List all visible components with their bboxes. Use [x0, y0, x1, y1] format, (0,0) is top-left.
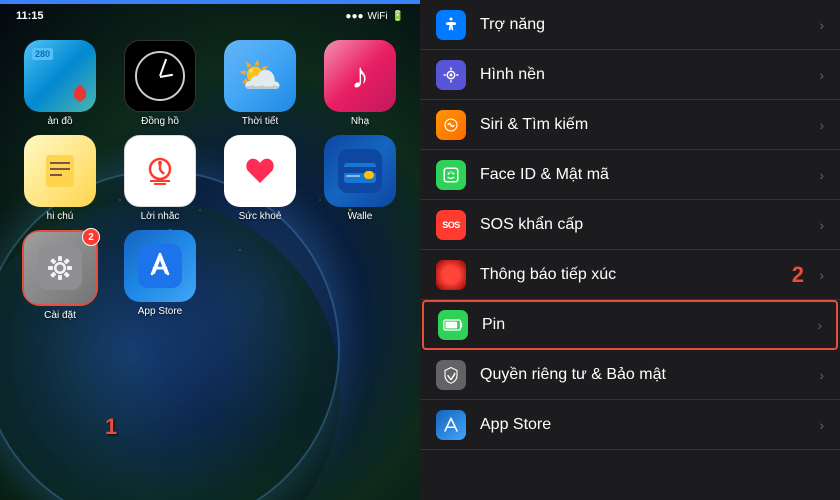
- battery-chevron: ›: [817, 317, 822, 333]
- settings-list: Trợ năng › Hình nền ›: [420, 0, 840, 500]
- exposure-icon: [436, 260, 466, 290]
- sos-label: SOS khẩn cấp: [480, 216, 819, 234]
- wallpaper-chevron: ›: [819, 67, 824, 83]
- clock-label: Đồng hồ: [141, 116, 179, 127]
- app-grid: ản đồ Đồng hồ Thời tiết Nhạ: [0, 32, 420, 329]
- app-item-clock[interactable]: Đồng hồ: [112, 40, 208, 127]
- settings-label: Cài đặt: [44, 310, 76, 321]
- accessibility-label: Trợ năng: [480, 16, 819, 34]
- app-item-maps[interactable]: ản đồ: [12, 40, 108, 127]
- settings-item-faceid[interactable]: Face ID & Mật mã ›: [420, 150, 840, 200]
- faceid-label: Face ID & Mật mã: [480, 166, 819, 184]
- wallet-label: Walle: [348, 211, 373, 222]
- settings-icon[interactable]: 2: [24, 232, 96, 304]
- app-item-notes[interactable]: hi chú: [12, 135, 108, 222]
- app-item-settings[interactable]: 2 Cài đặt: [12, 230, 108, 321]
- settings-item-appstore[interactable]: App Store ›: [420, 400, 840, 450]
- music-icon[interactable]: [324, 40, 396, 112]
- music-label: Nhạ: [351, 116, 369, 127]
- weather-label: Thời tiết: [242, 116, 279, 127]
- maps-icon[interactable]: [24, 40, 96, 112]
- reminder-icon[interactable]: [124, 135, 196, 207]
- health-label: Sức khoẻ: [239, 211, 282, 222]
- settings-badge: 2: [82, 228, 100, 246]
- privacy-icon: [436, 360, 466, 390]
- sos-chevron: ›: [819, 217, 824, 233]
- settings-item-privacy[interactable]: Quyền riêng tư & Bảo mật ›: [420, 350, 840, 400]
- settings-item-battery[interactable]: Pin ›: [422, 300, 838, 350]
- left-panel: 11:15 ●●● WiFi 🔋 ản đồ Đồng hồ Thời tiết: [0, 0, 420, 500]
- wallpaper-icon: [436, 60, 466, 90]
- appstore-settings-chevron: ›: [819, 417, 824, 433]
- notes-icon[interactable]: [24, 135, 96, 207]
- settings-item-wallpaper[interactable]: Hình nền ›: [420, 50, 840, 100]
- siri-icon: [436, 110, 466, 140]
- faceid-icon: [436, 160, 466, 190]
- accessibility-icon: [436, 10, 466, 40]
- settings-item-siri[interactable]: Siri & Tìm kiếm ›: [420, 100, 840, 150]
- faceid-chevron: ›: [819, 167, 824, 183]
- appstore-settings-icon: [436, 410, 466, 440]
- settings-item-sos[interactable]: SOS SOS khẩn cấp ›: [420, 200, 840, 250]
- status-bar: 11:15 ●●● WiFi 🔋: [0, 4, 420, 28]
- signal-icon: ●●●: [345, 11, 363, 22]
- siri-chevron: ›: [819, 117, 824, 133]
- sos-icon: SOS: [436, 210, 466, 240]
- app-item-reminder[interactable]: Lời nhắc: [112, 135, 208, 222]
- wifi-icon: WiFi: [368, 11, 388, 22]
- accessibility-chevron: ›: [819, 17, 824, 33]
- notes-label: hi chú: [47, 211, 74, 222]
- app-item-wallet[interactable]: Walle: [312, 135, 408, 222]
- appstore-icon[interactable]: A: [124, 230, 196, 302]
- exposure-label: Thông báo tiếp xúc: [480, 266, 819, 284]
- wallpaper-label: Hình nền: [480, 66, 819, 84]
- appstore-label: App Store: [138, 306, 182, 317]
- settings-item-accessibility[interactable]: Trợ năng ›: [420, 0, 840, 50]
- right-panel: Trợ năng › Hình nền ›: [420, 0, 840, 500]
- battery-label: Pin: [482, 316, 817, 334]
- clock-face: [135, 51, 185, 101]
- reminder-label: Lời nhắc: [141, 211, 180, 222]
- clock-icon[interactable]: [124, 40, 196, 112]
- settings-item-exposure[interactable]: Thông báo tiếp xúc 2 ›: [420, 250, 840, 300]
- app-item-appstore[interactable]: A App Store: [112, 230, 208, 321]
- battery-settings-icon: [438, 310, 468, 340]
- status-icons: ●●● WiFi 🔋: [345, 11, 404, 22]
- exposure-chevron: ›: [819, 267, 824, 283]
- wallet-icon[interactable]: [324, 135, 396, 207]
- app-item-health[interactable]: Sức khoẻ: [212, 135, 308, 222]
- appstore-settings-label: App Store: [480, 416, 819, 434]
- step-2-number: 2: [792, 262, 804, 288]
- maps-label: ản đồ: [47, 116, 72, 127]
- battery-icon: 🔋: [392, 11, 404, 22]
- status-time: 11:15: [16, 10, 44, 22]
- step-1-number: 1: [105, 414, 117, 440]
- app-item-music[interactable]: Nhạ: [312, 40, 408, 127]
- weather-icon[interactable]: [224, 40, 296, 112]
- siri-label: Siri & Tìm kiếm: [480, 116, 819, 134]
- settings-highlight-border: 2: [22, 230, 98, 306]
- privacy-chevron: ›: [819, 367, 824, 383]
- privacy-label: Quyền riêng tư & Bảo mật: [480, 366, 819, 384]
- app-item-weather[interactable]: Thời tiết: [212, 40, 308, 127]
- health-icon[interactable]: [224, 135, 296, 207]
